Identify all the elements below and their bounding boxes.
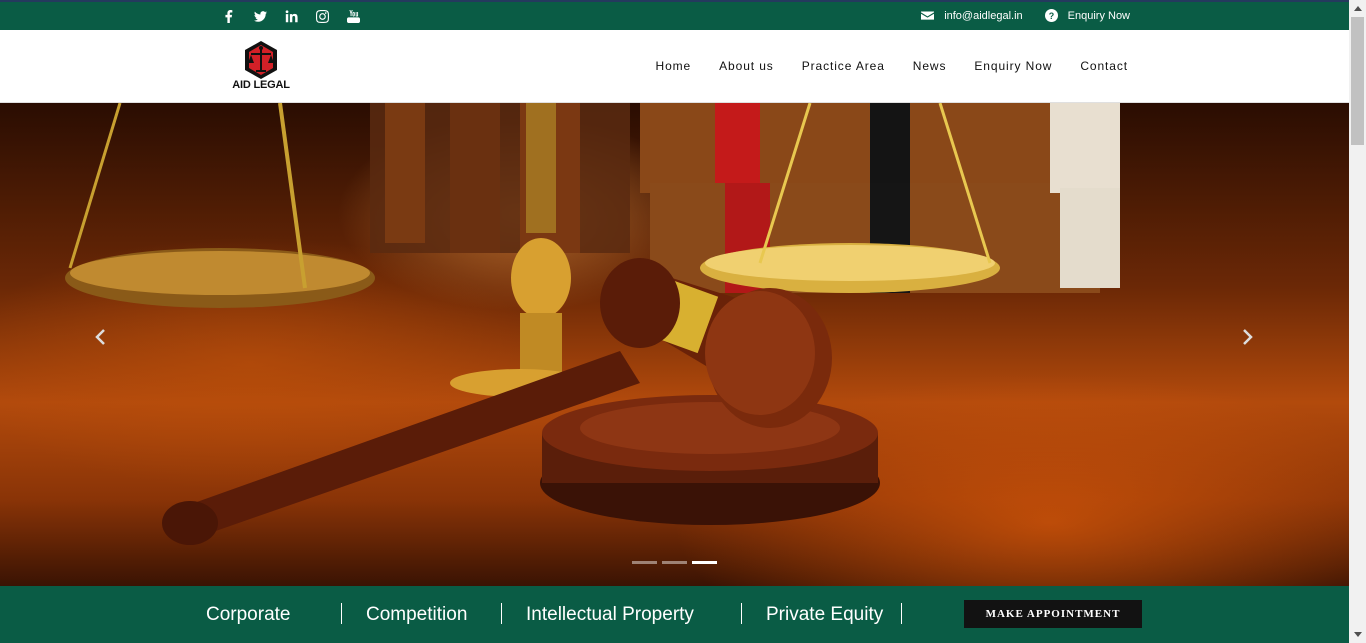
email-text: info@aidlegal.in (944, 9, 1023, 22)
main-nav: Home About us Practice Area News Enquiry… (628, 59, 1128, 73)
aid-legal-logo[interactable]: AID LEGAL (229, 39, 293, 95)
enquiry-text: Enquiry Now (1067, 9, 1130, 22)
enquiry-link[interactable]: ? Enquiry Now (1044, 9, 1130, 22)
practice-private-equity[interactable]: Private Equity (766, 604, 883, 626)
instagram-icon[interactable] (307, 8, 338, 24)
chevron-left-icon (95, 329, 105, 345)
scales-of-justice-icon (245, 41, 277, 79)
youtube-icon[interactable] (338, 8, 369, 24)
svg-text:?: ? (1048, 11, 1053, 21)
slider-indicators (632, 561, 717, 564)
make-appointment-button[interactable]: MAKE APPOINTMENT (964, 600, 1142, 628)
slider-next-arrow[interactable] (1237, 327, 1257, 347)
page-scrollbar[interactable] (1349, 0, 1366, 643)
slide-indicator-3[interactable] (692, 561, 717, 564)
nav-news[interactable]: News (913, 59, 947, 73)
nav-about-us[interactable]: About us (719, 59, 774, 73)
top-bar: info@aidlegal.in ? Enquiry Now (0, 2, 1349, 30)
practice-corporate[interactable]: Corporate (206, 604, 291, 626)
nav-enquiry-now[interactable]: Enquiry Now (974, 59, 1052, 73)
question-circle-icon: ? (1044, 9, 1058, 22)
practice-competition[interactable]: Competition (366, 604, 467, 626)
nav-home[interactable]: Home (656, 59, 692, 73)
divider (901, 603, 902, 624)
slider-prev-arrow[interactable] (91, 327, 111, 347)
chevron-right-icon (1243, 329, 1253, 345)
scrollbar-thumb[interactable] (1351, 17, 1364, 145)
hero-slider (0, 103, 1349, 586)
twitter-icon[interactable] (245, 8, 276, 24)
linkedin-icon[interactable] (276, 8, 307, 24)
email-link[interactable]: info@aidlegal.in (921, 9, 1023, 22)
slide-indicator-2[interactable] (662, 561, 687, 564)
divider (341, 603, 342, 624)
practice-area-bar: Corporate Competition Intellectual Prope… (0, 586, 1349, 643)
social-links (214, 8, 369, 24)
practice-intellectual-property[interactable]: Intellectual Property (526, 604, 694, 626)
contact-info: info@aidlegal.in ? Enquiry Now (899, 9, 1130, 22)
facebook-icon[interactable] (214, 8, 245, 24)
envelope-icon (921, 11, 935, 20)
slide-indicator-1[interactable] (632, 561, 657, 564)
nav-practice-area[interactable]: Practice Area (802, 59, 885, 73)
site-header: AID LEGAL Home About us Practice Area Ne… (0, 30, 1349, 103)
divider (741, 603, 742, 624)
nav-contact[interactable]: Contact (1080, 59, 1128, 73)
divider (501, 603, 502, 624)
scroll-up-arrow[interactable] (1349, 0, 1366, 17)
logo-text: AID LEGAL (232, 79, 290, 91)
scroll-down-arrow[interactable] (1349, 626, 1366, 643)
gavel-and-scales-image (65, 103, 1120, 545)
